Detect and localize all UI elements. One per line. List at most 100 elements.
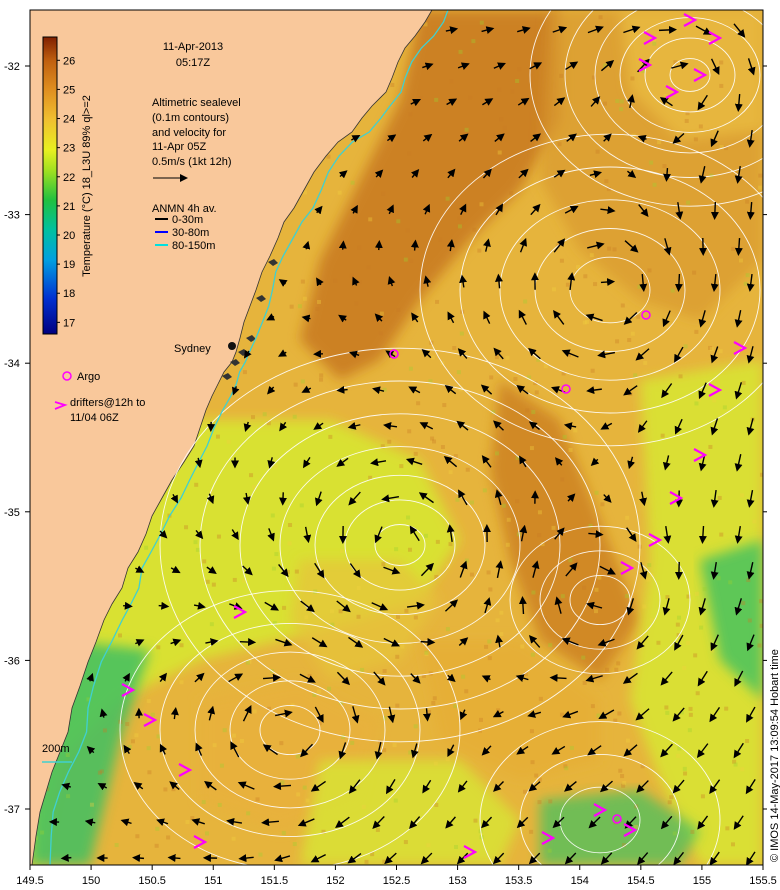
x-tick-label: 154.5 [627,875,655,887]
sst-pixel [590,704,595,709]
sst-pixel [617,711,622,716]
sst-pixel [179,643,184,648]
sst-pixel [745,739,750,744]
sst-pixel [708,444,713,449]
x-tick-label: 152 [326,875,344,887]
sst-pixel [515,79,520,84]
sst-pixel [628,391,633,396]
sst-pixel [219,763,224,768]
sst-pixel [273,464,278,469]
sst-pixel [404,608,409,613]
sst-pixel [390,83,395,88]
sst-pixel [216,534,221,539]
sst-pixel [478,717,483,722]
sst-pixel [300,279,305,284]
x-tick-label: 155 [693,875,711,887]
sst-pixel [381,191,386,196]
sst-pixel [564,766,569,771]
sst-pixel [166,835,171,840]
velocity-arrow [336,385,348,394]
sst-pixel [664,705,669,710]
sst-pixel [147,770,152,775]
sst-pixel [366,265,371,270]
sst-pixel [709,347,714,352]
sst-pixel [517,67,522,72]
sst-pixel [205,831,210,836]
sst-pixel [682,766,687,771]
date-label: 11-Apr-2013 [163,41,223,53]
sst-pixel [696,397,701,402]
sst-pixel [746,578,751,583]
velocity-arrow [710,201,719,220]
sst-pixel [669,795,674,800]
sst-pixel [598,15,603,20]
colorbar-tick-label: 21 [63,201,75,213]
sst-pixel [205,579,210,584]
sst-pixel [619,99,624,104]
colorbar-tick-label: 19 [63,259,75,271]
sst-pixel [378,331,383,336]
sst-pixel [694,591,699,596]
sst-pixel [649,160,654,165]
sst-pixel [590,368,595,373]
sst-pixel [317,299,322,304]
sst-pixel [569,745,574,750]
sst-pixel [215,434,220,439]
sst-pixel [594,587,599,592]
sst-pixel [719,532,724,537]
sst-pixel [688,706,693,711]
sst-pixel [403,840,408,845]
colorbar-tick-label: 25 [63,84,75,96]
sst-pixel [431,701,436,706]
sst-pixel [315,306,320,311]
sst-pixel [499,610,504,615]
sst-pixel [728,580,733,585]
sst-pixel [434,97,439,102]
sst-pixel [445,757,450,762]
sst-pixel [445,196,450,201]
sst-pixel [612,247,617,252]
sst-pixel [184,525,189,530]
velocity-arrow [279,492,288,506]
sst-pixel [682,665,687,670]
sst-pixel [432,696,437,701]
sst-pixel [408,112,413,117]
sst-pixel [551,287,556,292]
sst-pixel [616,661,621,666]
sst-pixel [716,576,721,581]
sst-pixel [479,20,484,25]
sst-pixel [457,216,462,221]
sst-pixel [582,585,587,590]
sst-pixel [396,219,401,224]
sst-pixel [258,852,263,857]
sst-pixel [337,190,342,195]
sst-pixel [89,802,94,807]
drifters-line-2: 11/04 06Z [70,412,119,424]
sst-pixel [619,107,624,112]
sst-pixel [438,237,443,242]
sst-pixel [534,390,539,395]
sst-pixel [339,548,344,553]
sst-pixel [725,826,730,831]
sst-pixel [538,696,543,701]
sst-pixel [117,633,122,638]
sst-pixel [302,785,307,790]
altimetry-line-3: and velocity for [152,127,226,139]
sst-pixel [547,848,552,853]
sst-pixel [559,258,564,263]
sst-pixel [66,794,71,799]
sst-pixel [657,140,662,145]
sst-pixel [636,314,641,319]
sst-pixel [292,414,297,419]
sst-pixel [604,179,609,184]
sst-pixel [297,304,302,309]
sst-pixel [171,787,176,792]
sst-pixel [531,410,536,415]
sst-pixel [551,525,556,530]
sst-pixel [242,370,247,375]
sst-pixel [293,382,298,387]
sst-pixel [676,615,681,620]
sst-pixel [442,403,447,408]
sst-pixel [529,829,534,834]
sst-pixel [251,415,256,420]
